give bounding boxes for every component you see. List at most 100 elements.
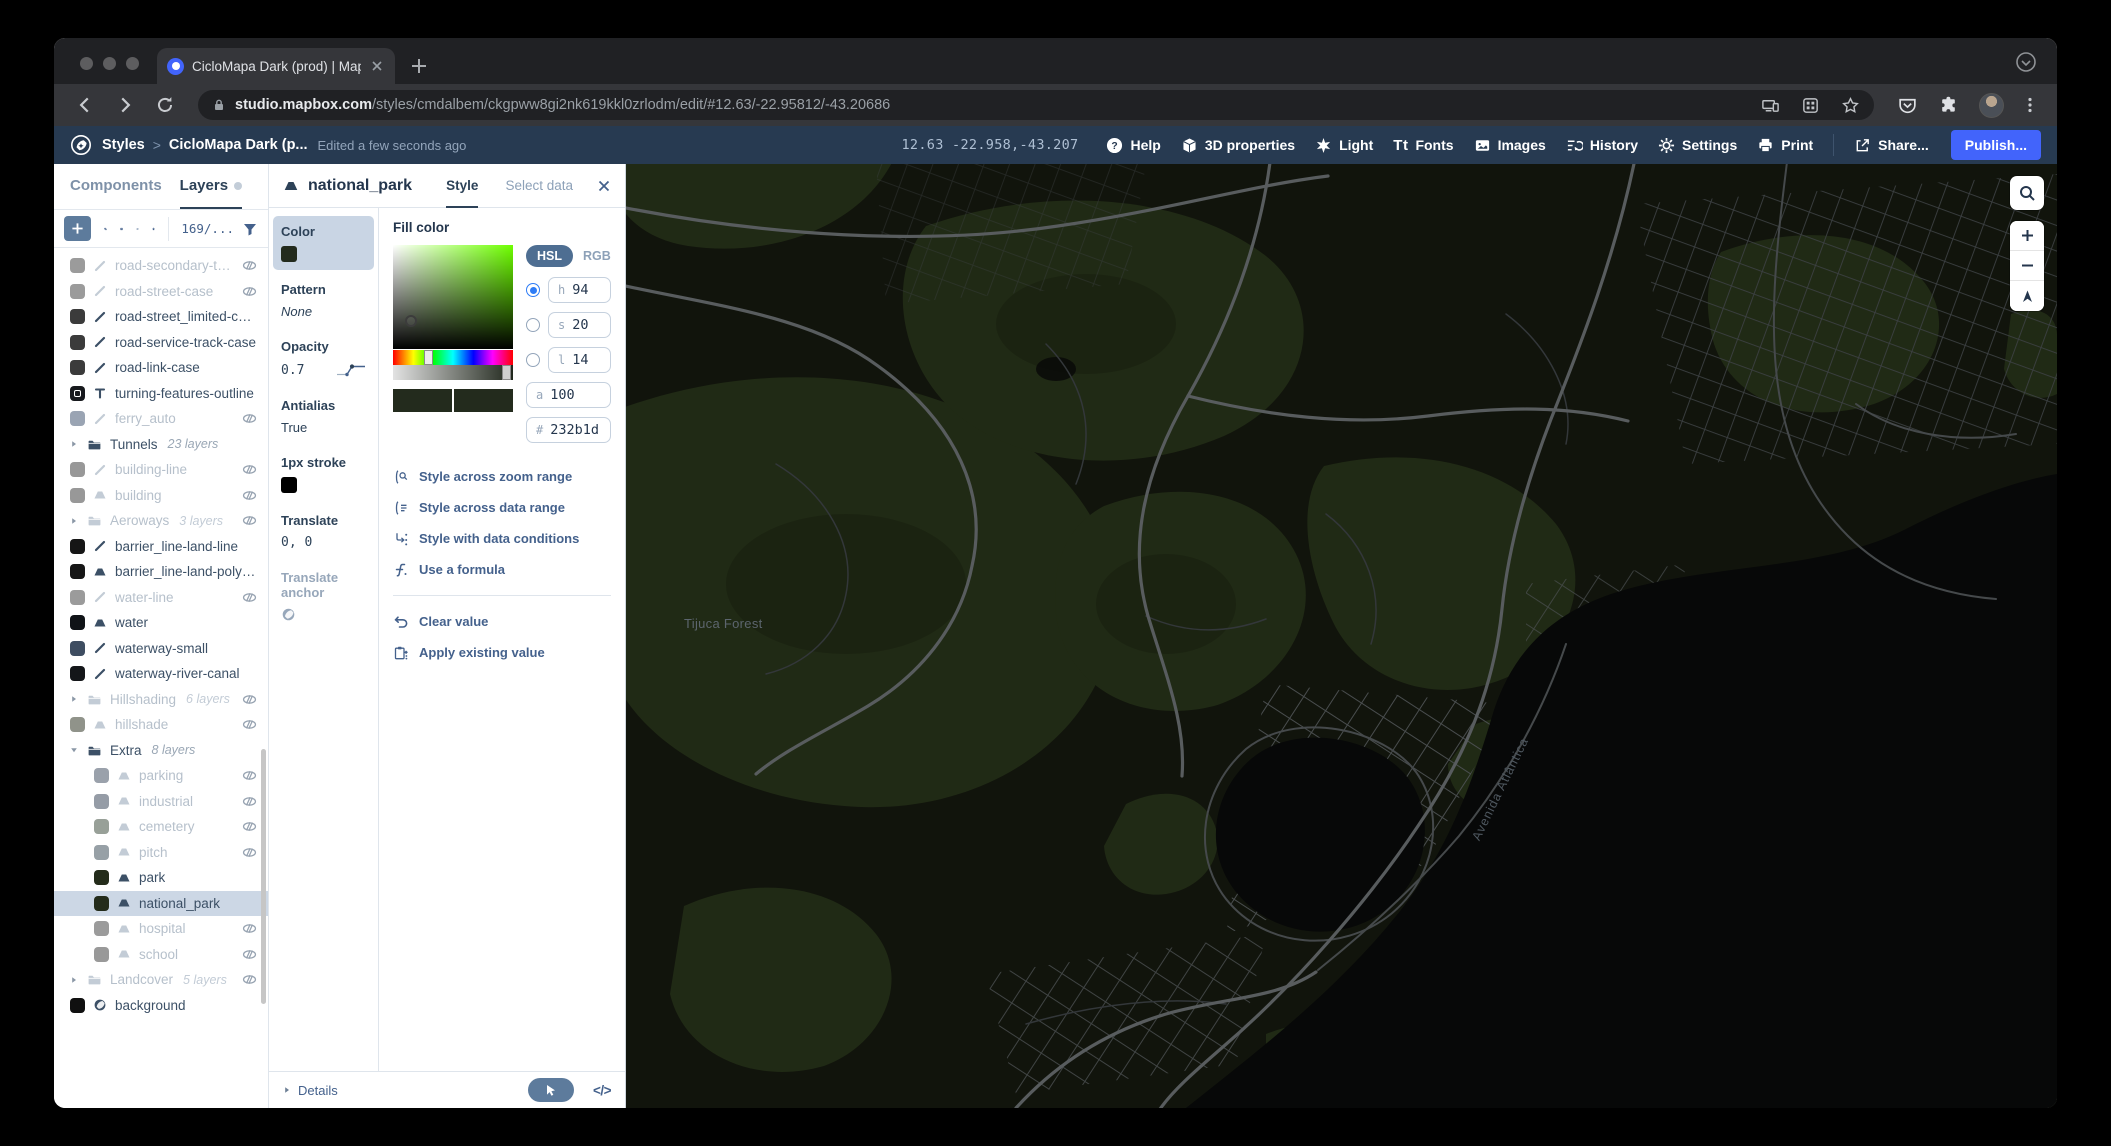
- extensions-puzzle-icon[interactable]: [1938, 95, 1959, 116]
- layer-item-road-street-limited-case[interactable]: road-street_limited-case: [54, 304, 268, 330]
- toggle-visibility-icon[interactable]: [136, 221, 139, 237]
- compass-button[interactable]: [2010, 281, 2044, 311]
- layer-group-aeroways[interactable]: Aeroways3 layers: [54, 508, 268, 534]
- layer-item-parking[interactable]: parking: [54, 763, 268, 789]
- layer-item-water-line[interactable]: water-line: [54, 585, 268, 611]
- apply-existing-value-link[interactable]: Apply existing value: [393, 637, 611, 668]
- layer-item-cemetery[interactable]: cemetery: [54, 814, 268, 840]
- browser-tab[interactable]: CicloMapa Dark (prod) | Mapbo: [157, 48, 395, 84]
- rgb-mode-button[interactable]: RGB: [583, 249, 611, 263]
- close-window-icon[interactable]: [80, 57, 93, 70]
- visibility-off-icon[interactable]: [241, 461, 258, 478]
- visibility-off-icon[interactable]: [241, 410, 258, 427]
- tab-groups-icon[interactable]: [1801, 96, 1820, 115]
- publish-button[interactable]: Publish...: [1951, 130, 2041, 160]
- tab-layers[interactable]: Layers: [180, 164, 242, 209]
- property-opacity[interactable]: Opacity0.7: [269, 329, 378, 388]
- fonts-button[interactable]: TtFonts: [1393, 137, 1453, 154]
- layer-item-park[interactable]: park: [54, 865, 268, 891]
- layer-item-background[interactable]: background: [54, 993, 268, 1019]
- browser-menu-icon[interactable]: [2021, 96, 2039, 114]
- maximize-window-icon[interactable]: [126, 57, 139, 70]
- layer-group-tunnels[interactable]: Tunnels23 layers: [54, 432, 268, 458]
- caret-right-icon[interactable]: [70, 976, 78, 984]
- lock-icon[interactable]: [212, 98, 226, 112]
- minimize-window-icon[interactable]: [103, 57, 116, 70]
- tab-components[interactable]: Components: [70, 164, 162, 209]
- l-input[interactable]: l14: [548, 347, 611, 373]
- zoom-out-button[interactable]: [2010, 251, 2044, 281]
- layer-item-waterway-small[interactable]: waterway-small: [54, 636, 268, 662]
- property-1px-stroke[interactable]: 1px stroke: [269, 445, 378, 503]
- breadcrumb-styles[interactable]: Styles: [102, 137, 145, 153]
- layer-item-turning-features-outline[interactable]: turning-features-outline: [54, 381, 268, 407]
- saturation-square[interactable]: [393, 245, 513, 349]
- select-mode-button[interactable]: [528, 1078, 574, 1102]
- tab-select-data[interactable]: Select data: [505, 164, 573, 207]
- caret-right-icon[interactable]: [70, 440, 78, 448]
- duplicate-layer-icon[interactable]: [104, 221, 107, 237]
- map-search-button[interactable]: [2010, 176, 2044, 210]
- help-button[interactable]: ?Help: [1106, 137, 1160, 154]
- visibility-off-icon[interactable]: [241, 691, 258, 708]
- visibility-off-icon[interactable]: [241, 767, 258, 784]
- caret-right-icon[interactable]: [70, 695, 78, 703]
- layer-item-water[interactable]: water: [54, 610, 268, 636]
- property-antialias[interactable]: AntialiasTrue: [269, 388, 378, 445]
- color-cursor[interactable]: [405, 315, 417, 327]
- mapbox-logo-icon[interactable]: [70, 134, 92, 156]
- layer-item-hillshade[interactable]: hillshade: [54, 712, 268, 738]
- layer-item-road-service-track-case[interactable]: road-service-track-case: [54, 330, 268, 356]
- visibility-off-icon[interactable]: [241, 818, 258, 835]
- layer-item-hospital[interactable]: hospital: [54, 916, 268, 942]
- tab-close-icon[interactable]: [369, 58, 385, 74]
- layer-group-extra[interactable]: Extra8 layers: [54, 738, 268, 764]
- hex-input[interactable]: # 232b1d: [526, 417, 611, 443]
- forward-button[interactable]: [114, 94, 136, 116]
- details-toggle[interactable]: Details: [298, 1083, 338, 1098]
- h-input[interactable]: h94: [548, 277, 611, 303]
- layer-item-road-street-case[interactable]: road-street-case: [54, 279, 268, 305]
- l-channel-radio[interactable]: [526, 353, 540, 367]
- reload-button[interactable]: [154, 94, 176, 116]
- visibility-off-icon[interactable]: [241, 589, 258, 606]
- hsl-mode-button[interactable]: HSL: [526, 245, 573, 267]
- property-translate[interactable]: Translate0, 0: [269, 503, 378, 560]
- layer-item-building-line[interactable]: building-line: [54, 457, 268, 483]
- style-across-zoom-range-link[interactable]: Style across zoom range: [393, 461, 611, 492]
- layer-item-industrial[interactable]: industrial: [54, 789, 268, 815]
- h-channel-radio[interactable]: [526, 283, 540, 297]
- window-controls[interactable]: [80, 57, 139, 70]
- share-button[interactable]: Share...: [1854, 137, 1929, 154]
- hue-slider[interactable]: [393, 350, 513, 365]
- light-button[interactable]: Light: [1315, 137, 1373, 154]
- visibility-off-icon[interactable]: [241, 487, 258, 504]
- profile-avatar[interactable]: [1979, 93, 2004, 118]
- address-bar[interactable]: studio.mapbox.com/styles/cmdalbem/ckgpww…: [198, 90, 1874, 120]
- zoom-in-button[interactable]: [2010, 221, 2044, 251]
- alpha-slider[interactable]: [393, 365, 513, 380]
- layer-item-national-park[interactable]: national_park: [54, 891, 268, 917]
- filter-icon[interactable]: [242, 221, 258, 237]
- tab-style[interactable]: Style: [446, 164, 478, 207]
- visibility-off-icon[interactable]: [241, 793, 258, 810]
- property-pattern[interactable]: PatternNone: [269, 272, 378, 329]
- visibility-off-icon[interactable]: [241, 257, 258, 274]
- property-color[interactable]: Color: [273, 216, 374, 270]
- layer-group-landcover[interactable]: Landcover5 layers: [54, 967, 268, 993]
- alpha-handle[interactable]: [502, 365, 511, 380]
- layer-item-road-link-case[interactable]: road-link-case: [54, 355, 268, 381]
- print-button[interactable]: Print: [1757, 137, 1813, 154]
- close-panel-icon[interactable]: [597, 179, 611, 193]
- style-name[interactable]: CicloMapa Dark (p...: [169, 137, 308, 153]
- s-input[interactable]: s20: [548, 312, 611, 338]
- settings-button[interactable]: Settings: [1658, 137, 1737, 154]
- use-a-formula-link[interactable]: Use a formula: [393, 554, 611, 585]
- alpha-input[interactable]: a 100: [526, 382, 611, 408]
- visibility-off-icon[interactable]: [241, 283, 258, 300]
- style-across-data-range-link[interactable]: Style across data range: [393, 492, 611, 523]
- downloads-icon[interactable]: [2015, 51, 2037, 73]
- layer-item-barrier-line-land-line[interactable]: barrier_line-land-line: [54, 534, 268, 560]
- map-canvas[interactable]: Tijuca Forest Avenida Atlântica: [626, 164, 2057, 1108]
- details-caret-icon[interactable]: [283, 1086, 291, 1094]
